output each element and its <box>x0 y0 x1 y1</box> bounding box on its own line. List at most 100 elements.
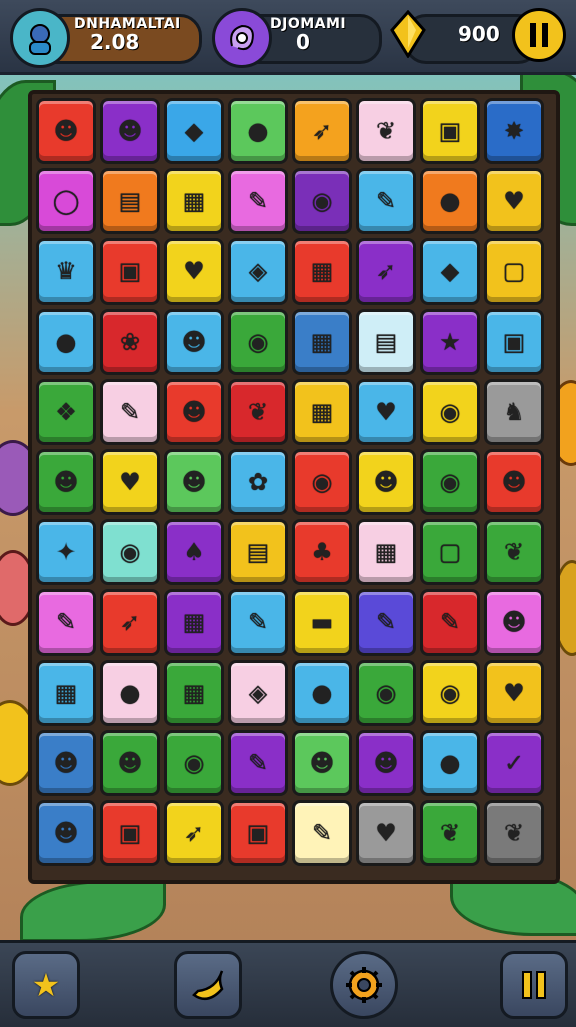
board-tile[interactable]: ♥ <box>356 799 416 867</box>
board-tile[interactable]: ● <box>420 729 480 796</box>
banana-button[interactable] <box>174 951 242 1019</box>
board-tile[interactable]: ♥ <box>484 659 544 726</box>
board-tile[interactable]: ☻ <box>36 448 96 516</box>
board-tile[interactable]: ● <box>100 659 160 726</box>
board-tile[interactable]: ✎ <box>228 589 288 656</box>
board-tile[interactable]: ✎ <box>356 168 416 235</box>
board-tile[interactable]: ☻ <box>36 98 96 165</box>
board-tile[interactable]: ✎ <box>420 589 480 656</box>
board-tile[interactable]: ◉ <box>228 308 288 375</box>
board-tile[interactable]: ❦ <box>484 799 544 867</box>
board-tile[interactable]: ◈ <box>228 238 288 305</box>
board-tile[interactable]: ✓ <box>484 729 544 796</box>
character-portrait-icon[interactable] <box>10 8 70 68</box>
purple-creature-icon[interactable] <box>212 8 272 68</box>
board-tile[interactable]: ▦ <box>36 659 96 726</box>
board-tile[interactable]: ❦ <box>228 378 288 445</box>
board-tile[interactable]: ☻ <box>164 308 224 375</box>
board-tile[interactable]: ☻ <box>484 589 544 656</box>
board-tile[interactable]: ▦ <box>292 238 352 305</box>
board-tile[interactable]: ♥ <box>100 448 160 516</box>
board-tile[interactable]: ➶ <box>164 799 224 867</box>
board-tile[interactable]: ▢ <box>420 519 480 586</box>
board-tile[interactable]: ❖ <box>36 378 96 445</box>
board-tile[interactable]: ❀ <box>100 308 160 375</box>
board-tile[interactable]: ✎ <box>292 799 352 867</box>
star-button[interactable]: ★ <box>12 951 80 1019</box>
board-tile[interactable]: ▤ <box>228 519 288 586</box>
board-tile[interactable]: ➶ <box>356 238 416 305</box>
tile-item-icon: ✎ <box>247 748 269 777</box>
board-tile[interactable]: ✎ <box>36 589 96 656</box>
board-tile[interactable]: ☻ <box>100 98 160 165</box>
board-tile[interactable]: ● <box>292 659 352 726</box>
board-tile[interactable]: ▣ <box>420 98 480 165</box>
board-tile[interactable]: ● <box>228 98 288 165</box>
board-tile[interactable]: ▦ <box>356 519 416 586</box>
board-tile[interactable]: ▦ <box>164 168 224 235</box>
board-tile[interactable]: ● <box>420 168 480 235</box>
board-tile[interactable]: ◉ <box>420 448 480 516</box>
board-tile[interactable]: ♠ <box>164 519 224 586</box>
board-tile[interactable]: ▦ <box>292 308 352 375</box>
board-tile[interactable]: ◆ <box>164 98 224 165</box>
board-tile[interactable]: ♥ <box>164 238 224 305</box>
board-tile[interactable]: ✦ <box>36 519 96 586</box>
settings-button[interactable] <box>330 951 398 1019</box>
board-tile[interactable]: ▦ <box>292 378 352 445</box>
board-tile[interactable]: ♥ <box>484 168 544 235</box>
board-tile[interactable]: ◉ <box>292 448 352 516</box>
board-tile[interactable]: ▤ <box>100 168 160 235</box>
board-tile[interactable]: ☻ <box>164 378 224 445</box>
board-tile[interactable]: ☻ <box>356 729 416 796</box>
board-tile[interactable]: ● <box>36 308 96 375</box>
board-tile[interactable]: ✎ <box>228 168 288 235</box>
board-tile[interactable]: ❦ <box>356 98 416 165</box>
board-tile[interactable]: ❦ <box>484 519 544 586</box>
board-tile[interactable]: ▬ <box>292 589 352 656</box>
board-tile[interactable]: ✸ <box>484 98 544 165</box>
pause-icon[interactable] <box>512 8 566 62</box>
board-tile[interactable]: ▤ <box>356 308 416 375</box>
board-tile[interactable]: ◯ <box>36 168 96 235</box>
board-tile[interactable]: ◉ <box>356 659 416 726</box>
board-tile[interactable]: ◉ <box>292 168 352 235</box>
board-tile[interactable]: ▣ <box>100 799 160 867</box>
board-tile[interactable]: ▢ <box>484 238 544 305</box>
board-tile[interactable]: ☻ <box>484 448 544 516</box>
tile-item-icon: ☻ <box>117 748 143 777</box>
board-tile[interactable]: ▣ <box>484 308 544 375</box>
board-tile[interactable]: ♥ <box>356 378 416 445</box>
board-tile[interactable]: ▣ <box>228 799 288 867</box>
board-tile[interactable]: ❦ <box>420 799 480 867</box>
board-tile[interactable]: ☻ <box>292 729 352 796</box>
board-tile[interactable]: ★ <box>420 308 480 375</box>
board-tile[interactable]: ☻ <box>356 448 416 516</box>
board-tile[interactable]: ☻ <box>164 448 224 516</box>
board-tile[interactable]: ➶ <box>100 589 160 656</box>
board-tile[interactable]: ◉ <box>100 519 160 586</box>
board-tile[interactable]: ✎ <box>100 378 160 445</box>
board-tile[interactable]: ♞ <box>484 378 544 445</box>
board-tile[interactable]: ♛ <box>36 238 96 305</box>
tile-item-icon: ➶ <box>119 608 141 637</box>
board-tile[interactable]: ▣ <box>100 238 160 305</box>
board-tile[interactable]: ◉ <box>164 729 224 796</box>
board-tile[interactable]: ▦ <box>164 659 224 726</box>
board-tile[interactable]: ▦ <box>164 589 224 656</box>
board-tile[interactable]: ◉ <box>420 378 480 445</box>
board-tile[interactable]: ✿ <box>228 448 288 516</box>
board-tile[interactable]: ✎ <box>356 589 416 656</box>
board-tile[interactable]: ♣ <box>292 519 352 586</box>
board-tile[interactable]: ◆ <box>420 238 480 305</box>
tile-item-icon: ☻ <box>181 468 207 497</box>
board-tile[interactable]: ➶ <box>292 98 352 165</box>
board-tile[interactable]: ☻ <box>36 799 96 867</box>
purple-creature-icon-svg <box>230 24 254 51</box>
board-tile[interactable]: ✎ <box>228 729 288 796</box>
board-tile[interactable]: ☻ <box>100 729 160 796</box>
pause-menu-button[interactable] <box>500 951 568 1019</box>
board-tile[interactable]: ◈ <box>228 659 288 726</box>
board-tile[interactable]: ◉ <box>420 659 480 726</box>
board-tile[interactable]: ☻ <box>36 729 96 796</box>
